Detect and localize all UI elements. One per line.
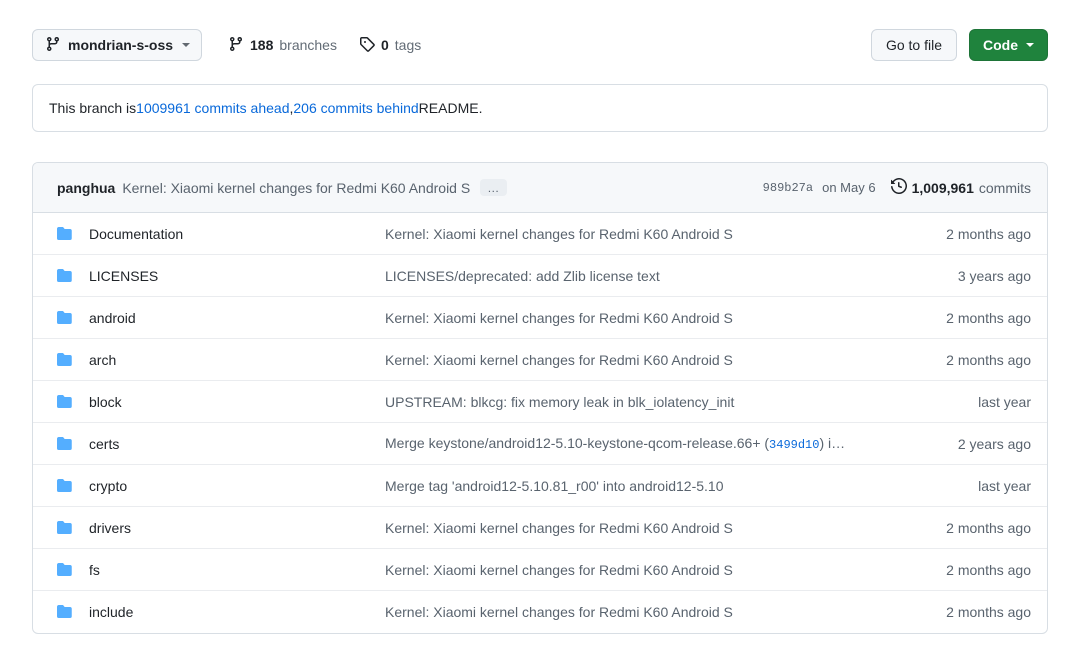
branches-count: 188 [250,37,274,53]
file-name-link[interactable]: arch [89,352,385,368]
file-commit-time: 2 months ago [946,519,1031,536]
file-commit-time: 2 months ago [946,225,1031,242]
folder-icon [33,520,89,536]
file-commit-message[interactable]: UPSTREAM: blkcg: fix memory leak in blk_… [385,394,895,410]
file-rows-container: Documentation Kernel: Xiaomi kernel chang… [33,213,1047,633]
file-commit-time: 2 months ago [946,309,1031,326]
file-commit-message[interactable]: Kernel: Xiaomi kernel changes for Redmi … [385,604,895,620]
file-commit-message[interactable]: LICENSES/deprecated: add Zlib license te… [385,268,895,284]
table-row[interactable]: certs Merge keystone/android12-5.10-keyst… [33,423,1047,465]
file-commit-message[interactable]: Merge keystone/android12-5.10-keystone-q… [385,435,895,452]
repo-toolbar: mondrian-s-oss 188 branches 0 tags Go to… [32,26,1048,64]
tag-icon [359,36,375,55]
file-commit-time: 2 years ago [957,435,1031,452]
branch-selector-button[interactable]: mondrian-s-oss [32,29,203,61]
file-commit-message[interactable]: Kernel: Xiaomi kernel changes for Redmi … [385,520,895,536]
file-commit-message[interactable]: Kernel: Xiaomi kernel changes for Redmi … [385,310,895,326]
folder-icon [33,478,89,494]
chevron-down-icon [1026,43,1034,47]
file-commit-message[interactable]: Kernel: Xiaomi kernel changes for Redmi … [385,562,895,578]
file-name-link[interactable]: fs [89,562,385,578]
branches-count-link[interactable]: 188 branches [228,36,337,55]
table-row[interactable]: fs Kernel: Xiaomi kernel changes for Redm… [33,549,1047,591]
history-icon [890,177,907,197]
file-name-link[interactable]: include [89,604,385,620]
go-to-file-button[interactable]: Go to file [870,29,957,61]
file-listing-card: panghua Kernel: Xiaomi kernel changes fo… [32,162,1048,634]
inline-commit-sha-link[interactable]: 3499d10 [769,438,819,452]
file-commit-message[interactable]: Merge tag 'android12-5.10.81_r00' into a… [385,478,895,494]
folder-icon [33,394,89,410]
git-branch-icon [228,36,244,55]
commits-ahead-link[interactable]: 1009961 commits ahead [136,100,289,116]
latest-commit-header: panghua Kernel: Xiaomi kernel changes fo… [33,163,1047,213]
commits-label: commits [978,179,1031,196]
file-commit-time: last year [978,393,1031,410]
file-commit-time: last year [978,477,1031,494]
folder-icon [33,352,89,368]
file-commit-message[interactable]: Kernel: Xiaomi kernel changes for Redmi … [385,226,895,242]
folder-icon [33,562,89,578]
table-row[interactable]: arch Kernel: Xiaomi kernel changes for Re… [33,339,1047,381]
folder-icon [33,268,89,284]
table-row[interactable]: Documentation Kernel: Xiaomi kernel chang… [33,213,1047,255]
tags-count: 0 [380,37,389,53]
file-name-link[interactable]: Documentation [89,226,385,242]
branches-label: branches [279,37,337,53]
file-commit-time: 2 months ago [946,351,1031,368]
file-name-link[interactable]: certs [89,436,385,452]
code-button[interactable]: Code [969,29,1048,61]
file-name-link[interactable]: block [89,394,385,410]
file-commit-time: 2 months ago [946,561,1031,578]
commit-sha-link[interactable]: 989b27a [763,181,813,195]
branch-status-banner: This branch is 1009961 commits ahead, 20… [32,84,1048,132]
file-commit-time: 3 years ago [957,267,1031,284]
code-button-label: Code [983,37,1018,53]
commits-behind-link[interactable]: 206 commits behind [293,100,418,116]
branch-name-label: mondrian-s-oss [68,37,174,53]
expand-commit-message-button[interactable]: … [480,179,508,196]
file-name-link[interactable]: android [89,310,385,326]
commits-count: 1,009,961 [911,179,974,196]
table-row[interactable]: include Kernel: Xiaomi kernel changes for… [33,591,1047,633]
file-name-link[interactable]: crypto [89,478,385,494]
status-suffix: README. [418,100,483,116]
file-commit-time: 2 months ago [946,604,1031,620]
table-row[interactable]: crypto Merge tag 'android12-5.10.81_r00' … [33,465,1047,507]
file-commit-message[interactable]: Kernel: Xiaomi kernel changes for Redmi … [385,352,895,368]
status-prefix: This branch is [49,100,137,116]
tags-count-link[interactable]: 0 tags [359,36,421,55]
commit-history-link[interactable]: 1,009,961 commits [890,177,1031,197]
table-row[interactable]: block UPSTREAM: blkcg: fix memory leak in… [33,381,1047,423]
folder-icon [33,604,89,620]
repo-meta-counts: 188 branches 0 tags [228,36,421,55]
file-name-link[interactable]: drivers [89,520,385,536]
folder-icon [33,436,89,452]
folder-icon [33,310,89,326]
file-name-link[interactable]: LICENSES [89,268,385,284]
commit-author-link[interactable]: panghua [57,180,115,196]
table-row[interactable]: LICENSES LICENSES/deprecated: add Zlib li… [33,255,1047,297]
latest-commit-meta: 989b27a on May 6 1,009,961 commits [763,177,1031,197]
folder-icon [33,226,89,242]
table-row[interactable]: android Kernel: Xiaomi kernel changes for… [33,297,1047,339]
commit-message-link[interactable]: Kernel: Xiaomi kernel changes for Redmi … [122,180,470,196]
chevron-down-icon [182,43,191,47]
tags-label: tags [394,37,422,53]
commit-date: on May 6 [822,180,876,195]
table-row[interactable]: drivers Kernel: Xiaomi kernel changes for… [33,507,1047,549]
git-branch-icon [45,36,61,55]
